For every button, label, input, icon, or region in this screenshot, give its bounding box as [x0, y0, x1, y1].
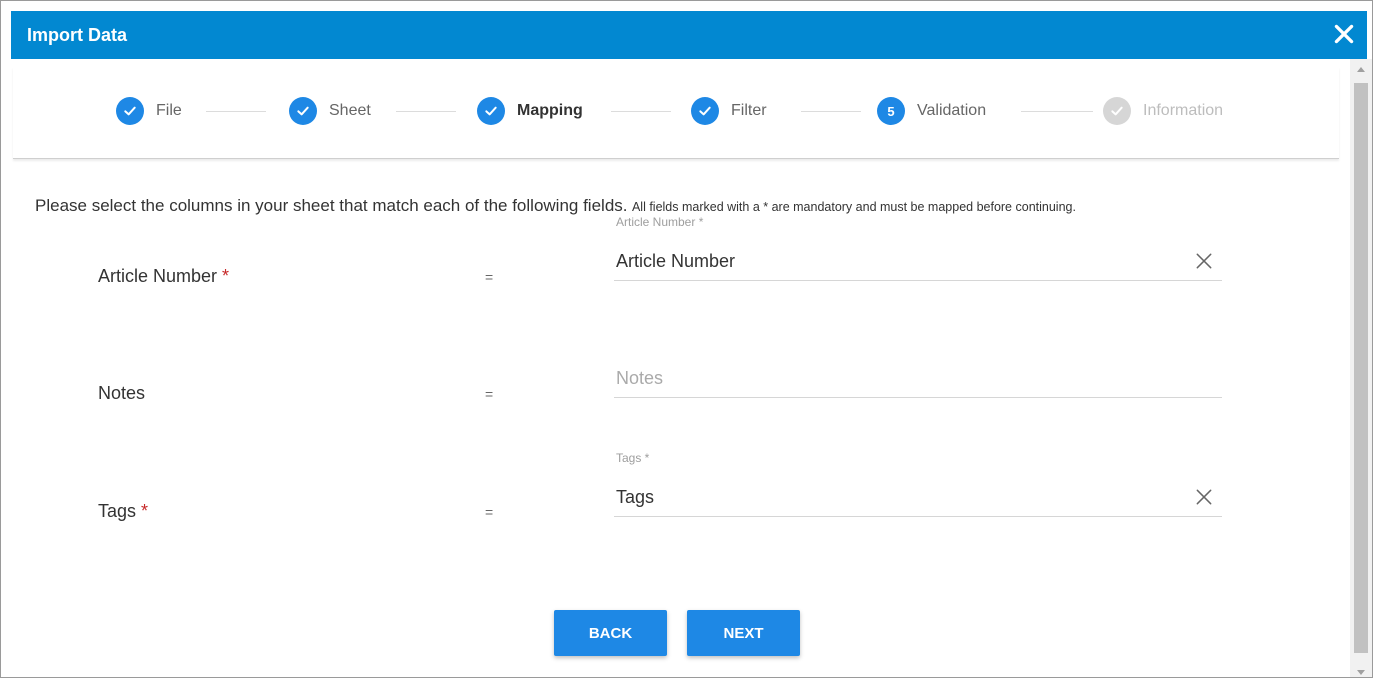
field-label-tags: Tags *	[98, 501, 148, 522]
step-label: Information	[1143, 102, 1224, 119]
step-label: Mapping	[517, 102, 583, 119]
equals-sign: =	[485, 269, 494, 285]
floating-label: Article Number *	[616, 215, 704, 229]
equals-sign: =	[485, 386, 494, 402]
select-value: Article Number	[616, 251, 736, 271]
step-sheet[interactable]: Sheet	[289, 97, 371, 125]
dialog-titlebar: Import Data	[11, 11, 1367, 59]
step-connector	[801, 111, 861, 112]
step-label: File	[156, 102, 182, 119]
dialog-title: Import Data	[27, 25, 128, 45]
dialog-content: File Sheet Mapping Filter 5 Validation I…	[11, 59, 1367, 677]
check-icon	[691, 97, 719, 125]
scroll-up-arrow-icon[interactable]	[1357, 67, 1365, 72]
close-icon[interactable]	[1331, 21, 1357, 47]
field-label-text: Tags	[98, 501, 137, 521]
import-data-dialog: Import Data File Sheet Mapping Filter 5 …	[0, 0, 1373, 678]
equals-sign: =	[485, 504, 494, 520]
clear-icon[interactable]	[1194, 487, 1214, 507]
step-filter[interactable]: Filter	[691, 97, 767, 125]
check-icon	[1103, 97, 1131, 125]
step-label: Sheet	[329, 102, 371, 119]
step-connector	[396, 111, 456, 112]
floating-label: Tags *	[616, 451, 650, 465]
field-label-text: Notes	[98, 383, 146, 403]
required-mark: *	[222, 266, 230, 286]
check-icon	[116, 97, 144, 125]
required-mark: *	[141, 501, 149, 521]
step-number-badge: 5	[877, 97, 905, 125]
step-label: Validation	[917, 102, 987, 119]
check-icon	[477, 97, 505, 125]
article-number-select[interactable]: Article Number * Article Number	[614, 215, 1222, 281]
step-connector	[611, 111, 671, 112]
vertical-scrollbar[interactable]	[1350, 59, 1372, 677]
field-label-notes: Notes	[98, 383, 145, 404]
step-connector	[1021, 111, 1093, 112]
scroll-down-arrow-icon[interactable]	[1357, 670, 1365, 675]
clear-icon[interactable]	[1194, 251, 1214, 271]
tags-select[interactable]: Tags * Tags	[614, 451, 1222, 517]
check-icon	[289, 97, 317, 125]
instructions-note: All fields marked with a * are mandatory…	[631, 200, 1076, 214]
step-validation[interactable]: 5 Validation	[877, 97, 986, 125]
scrollbar-thumb[interactable]	[1354, 83, 1368, 653]
instructions: Please select the columns in your sheet …	[35, 196, 1076, 216]
field-label-article-number: Article Number *	[98, 266, 229, 287]
step-file[interactable]: File	[116, 97, 182, 125]
step-connector	[206, 111, 266, 112]
back-button[interactable]: BACK	[554, 610, 667, 656]
notes-select[interactable]: Notes	[614, 358, 1222, 398]
step-information: Information	[1103, 97, 1223, 125]
step-mapping[interactable]: Mapping	[477, 97, 583, 125]
next-button[interactable]: NEXT	[687, 610, 800, 656]
instructions-main: Please select the columns in your sheet …	[35, 196, 628, 215]
select-placeholder: Notes	[616, 368, 664, 388]
field-label-text: Article Number	[98, 266, 218, 286]
select-value: Tags	[616, 487, 655, 507]
stepper: File Sheet Mapping Filter 5 Validation I…	[13, 67, 1339, 159]
step-label: Filter	[731, 102, 767, 119]
